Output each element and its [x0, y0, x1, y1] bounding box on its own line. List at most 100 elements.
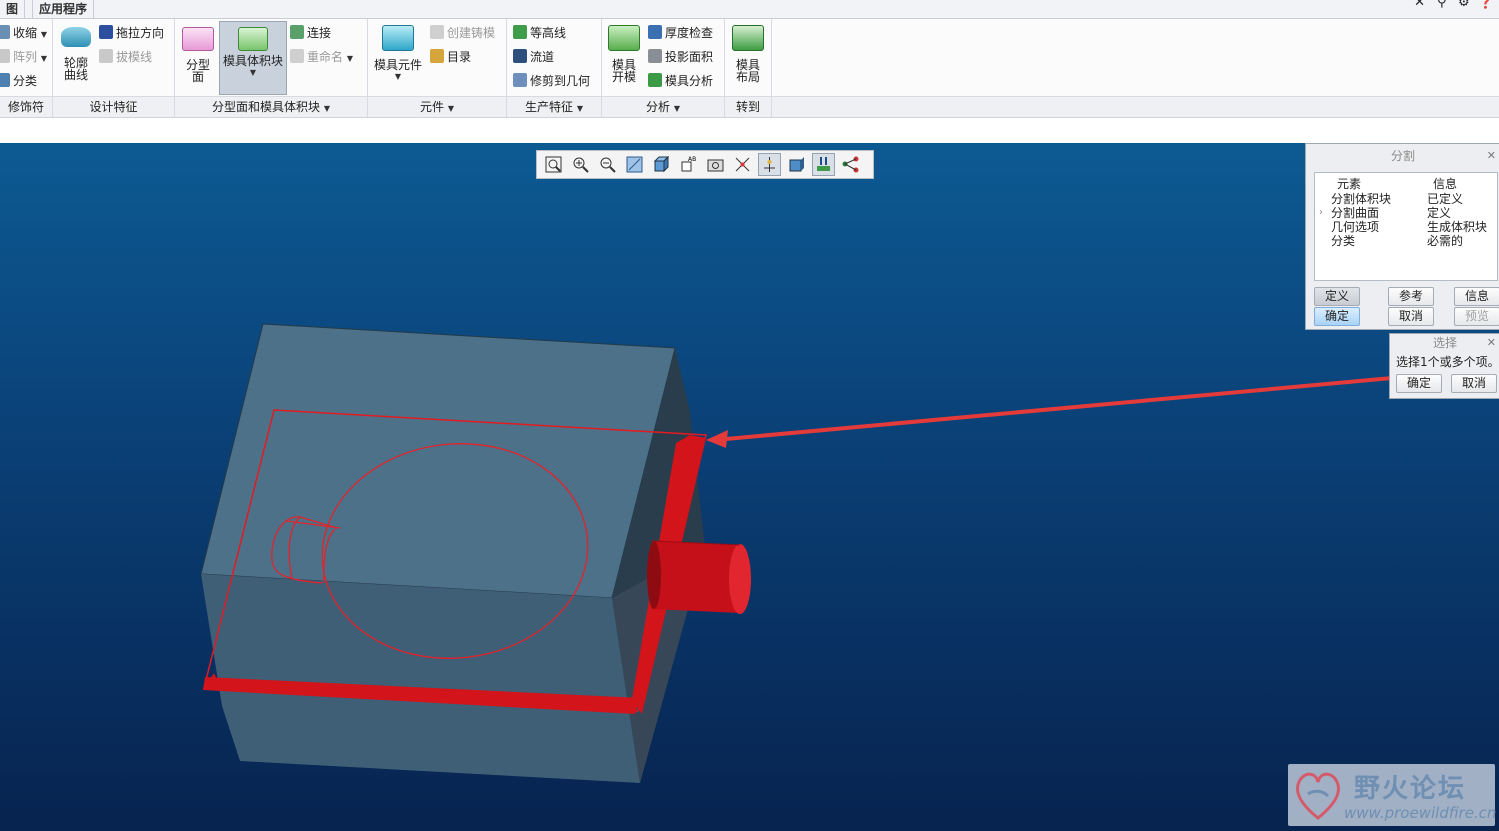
waterline-button[interactable]: 等高线: [513, 22, 566, 44]
group-design-features: 轮廓 曲线 拖拉方向 拔模线 设计特征: [53, 19, 175, 117]
annotation-display-icon[interactable]: [812, 153, 835, 176]
shrink-icon: [0, 25, 10, 39]
close-x-icon[interactable]: ✕: [1411, 0, 1429, 10]
sprue-cylinder[interactable]: [647, 540, 751, 614]
runner-button[interactable]: 流道: [513, 46, 554, 68]
svg-text:AB: AB: [688, 156, 696, 163]
group-production-features: 等高线 流道 修剪到几何 生产特征 ▼: [507, 19, 602, 117]
select-dialog-title: 选择: [1432, 336, 1457, 350]
mold-layout-button[interactable]: 模具 布局: [730, 25, 766, 83]
chevron-down-icon: ▼: [40, 30, 47, 39]
datum-display-icon[interactable]: [732, 154, 753, 175]
pull-direction-button[interactable]: 拖拉方向: [99, 22, 164, 44]
mold-volume-button[interactable]: 模具体积块 ▼: [219, 21, 287, 95]
create-casting-icon: [430, 25, 444, 39]
contour-curve-icon: [61, 27, 91, 47]
chevron-down-icon: ▼: [394, 72, 402, 81]
parting-surface-button[interactable]: 分型 面: [180, 27, 216, 83]
search-icon[interactable]: ⚲: [1433, 0, 1451, 10]
trim-to-geometry-icon: [513, 73, 527, 87]
close-icon[interactable]: ✕: [1487, 144, 1496, 168]
model-tree-icon[interactable]: [840, 154, 861, 175]
catalog-button[interactable]: 目录: [430, 46, 471, 68]
chevron-down-icon[interactable]: ▼: [674, 104, 680, 113]
close-icon[interactable]: ✕: [1487, 334, 1496, 352]
pull-direction-icon: [99, 25, 113, 39]
contour-curve-button[interactable]: 轮廓 曲线: [57, 27, 95, 81]
preview-button[interactable]: 预览: [1454, 307, 1499, 326]
zoom-fit-icon[interactable]: [543, 154, 564, 175]
list-item[interactable]: 分割体积块 已定义: [1315, 192, 1497, 206]
watermark-url: www.proewildfire.cn: [1344, 804, 1497, 822]
classify-button[interactable]: 分类: [0, 70, 37, 92]
graphics-viewport[interactable]: AB: [0, 143, 1499, 831]
pattern-button[interactable]: 阵列 ▼: [0, 46, 47, 68]
group-modifiers: 收缩 ▼ 阵列 ▼ 分类 修饰符: [0, 19, 53, 117]
pattern-icon: [0, 49, 10, 63]
select-dialog: 选择 ✕ 选择1个或多个项。 确定 取消: [1389, 333, 1499, 399]
connect-button[interactable]: 连接: [290, 22, 331, 44]
info-button[interactable]: 信息: [1454, 287, 1499, 306]
rename-button[interactable]: 重命名 ▼: [290, 46, 353, 68]
create-casting-button[interactable]: 创建铸模: [430, 22, 495, 44]
split-dialog: 分割 ✕ 元素 信息 分割体积块 已定义 › 分割曲面 定义 几何选项 生成体积块 分…: [1305, 143, 1499, 330]
cancel-button[interactable]: 取消: [1388, 307, 1434, 326]
split-dialog-header: 分割 ✕: [1306, 144, 1499, 168]
group-analysis: 模具 开模 厚度检查 投影面积 模具分析 分析 ▼: [602, 19, 725, 117]
define-button[interactable]: 定义: [1314, 287, 1360, 306]
mold-analysis-button[interactable]: 模具分析: [648, 70, 713, 92]
mold-component-button[interactable]: 模具元件 ▼: [372, 25, 424, 83]
group-parting-surface-volume: 分型 面 模具体积块 ▼ 连接 重命名 ▼ 分型面和模具体积块 ▼: [175, 19, 368, 117]
mold-opening-button[interactable]: 模具 开模: [606, 25, 642, 83]
group-components: 模具元件 ▼ 创建铸模 目录 元件 ▼: [368, 19, 507, 117]
annotation-arrow: [714, 376, 1393, 442]
list-item[interactable]: 分类 必需的: [1315, 234, 1497, 248]
ribbon: 收缩 ▼ 阵列 ▼ 分类 修饰符 轮廓 曲线 拖拉方向 拔模线 设计特征 分型 …: [0, 19, 1499, 118]
ok-button[interactable]: 确定: [1314, 307, 1360, 326]
select-ok-button[interactable]: 确定: [1396, 374, 1442, 393]
repaint-icon[interactable]: [624, 154, 645, 175]
select-prompt: 选择1个或多个项。: [1396, 355, 1499, 369]
snapshot-icon[interactable]: [705, 154, 726, 175]
group-title-goto: 转到: [725, 96, 771, 117]
tab-applications[interactable]: 应用程序: [32, 0, 95, 18]
help-icon[interactable]: ❓: [1477, 0, 1495, 10]
spin-center-icon[interactable]: [758, 153, 781, 176]
tab-view[interactable]: 图: [0, 0, 26, 18]
group-goto: 模具 布局 转到: [725, 19, 772, 117]
draft-line-icon: [99, 49, 113, 63]
draft-line-button[interactable]: 拔模线: [99, 46, 152, 68]
model-canvas[interactable]: [0, 143, 1499, 831]
thickness-check-icon: [648, 25, 662, 39]
annotation-arrowhead: [706, 430, 728, 448]
view-normal-icon[interactable]: [786, 154, 807, 175]
list-item-current[interactable]: › 分割曲面 定义: [1315, 206, 1497, 220]
trim-to-geometry-button[interactable]: 修剪到几何: [513, 70, 590, 92]
named-view-icon[interactable]: AB: [678, 154, 699, 175]
mold-volume-block[interactable]: [200, 323, 705, 783]
ribbon-tab-strip: 图 应用程序 ✕ ⚲ ⚙ ❓: [0, 0, 1499, 19]
settings-icon[interactable]: ⚙: [1455, 0, 1473, 10]
projected-area-button[interactable]: 投影面积: [648, 46, 713, 68]
window-controls: ✕ ⚲ ⚙ ❓: [1411, 0, 1495, 11]
shrink-button[interactable]: 收缩 ▼: [0, 22, 47, 44]
zoom-in-icon[interactable]: [570, 154, 591, 175]
catalog-icon: [430, 49, 444, 63]
mold-layout-icon: [732, 25, 764, 51]
element-list[interactable]: 元素 信息 分割体积块 已定义 › 分割曲面 定义 几何选项 生成体积块 分类 必需的: [1314, 172, 1498, 281]
mold-volume-icon: [238, 27, 268, 51]
list-item[interactable]: 几何选项 生成体积块: [1315, 220, 1497, 234]
select-cancel-button[interactable]: 取消: [1451, 374, 1497, 393]
zoom-out-icon[interactable]: [597, 154, 618, 175]
group-title-analysis: 分析 ▼: [602, 96, 724, 117]
chevron-down-icon: ▼: [249, 68, 257, 77]
ribbon-title-strip: [772, 96, 1499, 117]
chevron-down-icon[interactable]: ▼: [448, 104, 454, 113]
group-title-components: 元件 ▼: [368, 96, 506, 117]
chevron-down-icon[interactable]: ▼: [577, 104, 583, 113]
chevron-down-icon[interactable]: ▼: [324, 104, 330, 113]
display-style-icon[interactable]: [651, 154, 672, 175]
runner-icon: [513, 49, 527, 63]
references-button[interactable]: 参考: [1388, 287, 1434, 306]
thickness-check-button[interactable]: 厚度检查: [648, 22, 713, 44]
